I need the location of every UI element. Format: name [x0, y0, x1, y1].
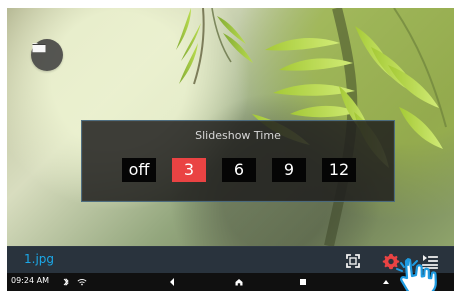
current-file-name: 1.jpg [24, 252, 55, 266]
system-navigation-bar: 09:24 AM [7, 273, 454, 291]
hand-cursor [393, 258, 443, 291]
media-viewer-screen: Slideshow Time off 3 6 9 12 1.jpg 09:24 … [0, 0, 456, 291]
wifi-status [76, 276, 88, 288]
slideshow-option-off[interactable]: off [122, 158, 156, 182]
slideshow-time-options: off 3 6 9 12 [122, 158, 356, 182]
slideshow-option-6[interactable]: 6 [222, 158, 256, 182]
hand-cursor-icon [396, 258, 437, 291]
slideshow-option-3[interactable]: 3 [172, 158, 206, 182]
system-time: 09:24 AM [11, 276, 49, 285]
folder-icon [32, 43, 46, 53]
slideshow-option-12[interactable]: 12 [322, 158, 356, 182]
up-icon [383, 280, 389, 284]
bluetooth-status [61, 276, 71, 288]
recent-apps-icon [300, 279, 306, 285]
home-icon [235, 279, 243, 286]
photo-background: Slideshow Time off 3 6 9 12 [7, 8, 454, 246]
up-button[interactable] [381, 276, 391, 288]
bluetooth-icon [63, 278, 69, 286]
wifi-icon [77, 279, 87, 286]
slideshow-option-9[interactable]: 9 [272, 158, 306, 182]
back-button[interactable] [167, 276, 177, 288]
fit-screen-button[interactable] [344, 252, 362, 270]
folder-button[interactable] [31, 39, 63, 71]
slideshow-time-title: Slideshow Time [195, 129, 281, 142]
back-icon [170, 278, 174, 286]
media-control-bar: 1.jpg [7, 246, 454, 274]
recent-apps-button[interactable] [298, 276, 308, 288]
fit-screen-icon [346, 254, 360, 268]
home-button[interactable] [234, 276, 244, 288]
slideshow-time-dialog: Slideshow Time off 3 6 9 12 [81, 120, 395, 202]
